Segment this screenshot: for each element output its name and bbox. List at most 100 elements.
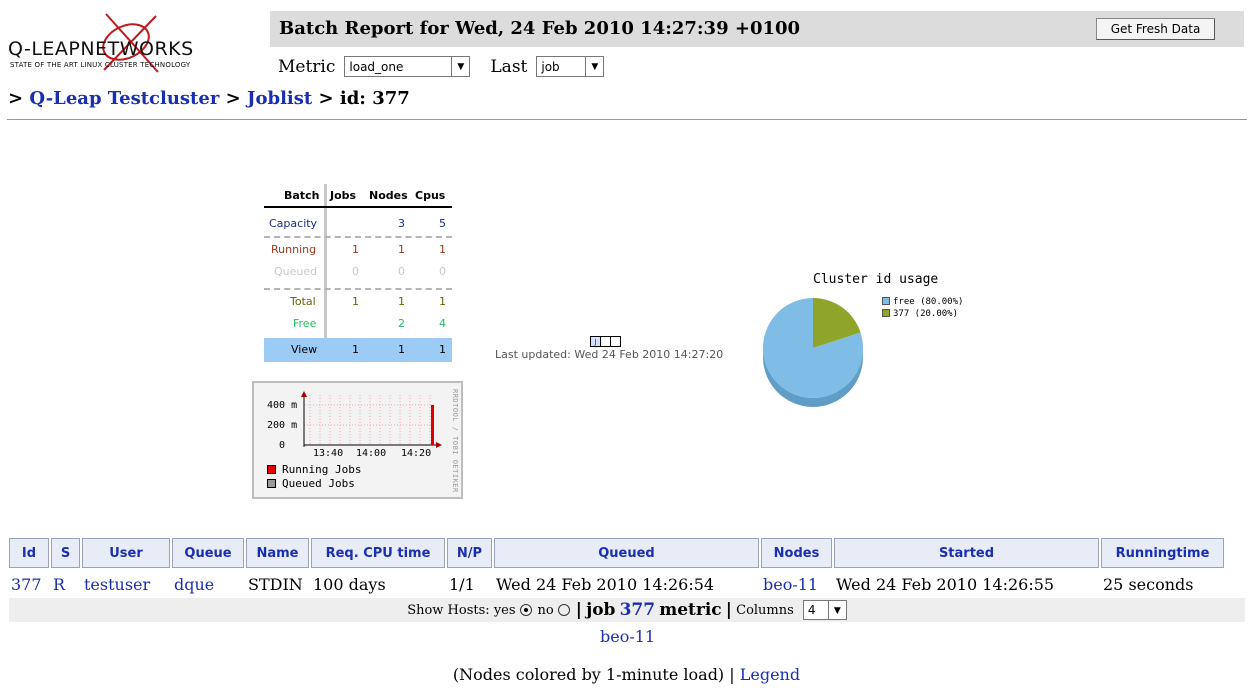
- job-id-link[interactable]: 377: [620, 600, 656, 620]
- summary-row-running: Running 1 1 1: [264, 236, 452, 260]
- columns-label: Columns: [736, 602, 794, 618]
- col-runningtime[interactable]: Runningtime: [1101, 538, 1224, 568]
- job-map-cell[interactable]: [610, 336, 621, 347]
- job-node-map[interactable]: J: [590, 336, 621, 347]
- queued-nodes: 0: [398, 265, 405, 278]
- chevron-down-icon: ▼: [827, 601, 846, 620]
- pie-legend-item: 377 (20.00%): [882, 308, 963, 320]
- job-name: STDIN: [248, 574, 303, 594]
- col-queued[interactable]: Queued: [494, 538, 759, 568]
- breadcrumb-separator: >: [318, 88, 334, 109]
- show-hosts-yes-radio[interactable]: [519, 604, 532, 616]
- col-nodes[interactable]: Nodes: [761, 538, 832, 568]
- separator: |: [725, 600, 732, 620]
- job-id-link[interactable]: 377: [11, 575, 42, 594]
- show-hosts-yes-label: yes: [493, 602, 516, 618]
- show-hosts-label: Show Hosts:: [407, 602, 490, 618]
- view-cpus: 1: [439, 343, 446, 356]
- free-nodes: 2: [398, 317, 405, 330]
- breadcrumb-cluster-link[interactable]: Q-Leap Testcluster: [29, 88, 219, 109]
- job-state-link[interactable]: R: [53, 575, 65, 594]
- metric-select[interactable]: load_one ▼: [344, 56, 471, 77]
- header-cpus: Cpus: [415, 189, 446, 202]
- col-queue[interactable]: Queue: [172, 538, 244, 568]
- metric-word: metric: [659, 600, 722, 620]
- col-np[interactable]: N/P: [447, 538, 492, 568]
- columns-select-value: 4: [807, 603, 816, 617]
- total-nodes: 1: [398, 295, 405, 308]
- metric-label: Metric: [278, 56, 336, 77]
- queued-jobs: 0: [352, 265, 359, 278]
- last-select-value: job: [541, 59, 560, 74]
- columns-select[interactable]: 4 ▼: [802, 600, 847, 620]
- show-hosts-no-radio[interactable]: [557, 604, 570, 616]
- footer: (Nodes colored by 1-minute load) | Legen…: [0, 665, 1253, 684]
- summary-row-free: Free 2 4: [264, 312, 452, 336]
- x-tick-label: 14:20: [401, 448, 432, 459]
- running-jobs: 1: [352, 243, 359, 256]
- row-label: View: [291, 343, 318, 356]
- host-link[interactable]: beo-11: [600, 627, 655, 646]
- pie-legend-swatch: [882, 297, 890, 305]
- capacity-nodes: 3: [398, 217, 405, 230]
- legend-link[interactable]: Legend: [740, 665, 800, 684]
- total-cpus: 1: [439, 295, 446, 308]
- x-tick-label: 14:00: [356, 448, 387, 459]
- pie-legend-label: free (80.00%): [893, 297, 964, 307]
- running-jobs-graph[interactable]: 400 m 200 m 0 13:40 14:00 14:20 Running …: [252, 381, 463, 499]
- row-label: Total: [290, 295, 316, 308]
- logo-brand: Q-LEAPNETWORKS: [8, 38, 194, 60]
- y-axis-arrow: [301, 391, 307, 397]
- breadcrumb-separator: >: [225, 88, 241, 109]
- row-label: Queued: [274, 265, 318, 278]
- header-jobs: Jobs: [330, 189, 357, 202]
- chevron-down-icon: ▼: [451, 57, 469, 76]
- capacity-cpus: 5: [439, 217, 446, 230]
- legend-label: Running Jobs: [282, 463, 362, 476]
- summary-row-queued: Queued 0 0 0: [264, 260, 452, 284]
- col-name[interactable]: Name: [246, 538, 309, 568]
- y-tick-label: 400 m: [267, 400, 298, 411]
- x-tick-label: 13:40: [313, 448, 344, 459]
- job-word: job: [586, 600, 616, 620]
- col-started[interactable]: Started: [834, 538, 1099, 568]
- footer-text: (Nodes colored by 1-minute load) |: [452, 665, 735, 684]
- get-fresh-data-button[interactable]: Get Fresh Data: [1096, 18, 1215, 40]
- summary-row-view[interactable]: View 1 1 1: [264, 338, 452, 362]
- col-user[interactable]: User: [82, 538, 170, 568]
- row-label: Running: [271, 243, 317, 256]
- pie-legend-swatch: [882, 309, 890, 317]
- controls: Metric load_one ▼ Last job ▼: [278, 56, 605, 77]
- summary-header-row: Batch Jobs Nodes Cpus: [264, 184, 452, 208]
- header-divider: [7, 119, 1247, 120]
- job-queue-link[interactable]: dque: [174, 575, 214, 594]
- summary-row-capacity: Capacity 3 5: [264, 212, 452, 236]
- job-nodes-link[interactable]: beo-11: [763, 575, 818, 594]
- free-cpus: 4: [439, 317, 446, 330]
- running-nodes: 1: [398, 243, 405, 256]
- view-jobs: 1: [352, 343, 359, 356]
- pie-legend-label: 377 (20.00%): [893, 309, 959, 319]
- col-req-cpu[interactable]: Req. CPU time: [311, 538, 445, 568]
- batch-summary-table: Batch Jobs Nodes Cpus Capacity 3 5 Runni…: [264, 184, 452, 362]
- job-started-time: Wed 24 Feb 2010 14:26:55: [836, 574, 1055, 594]
- job-req-cpu: 100 days: [313, 574, 386, 594]
- job-queued-time: Wed 24 Feb 2010 14:26:54: [496, 574, 715, 594]
- col-id[interactable]: Id: [9, 538, 49, 568]
- job-table-header: Id S User Queue Name Req. CPU time N/P Q…: [9, 538, 1224, 568]
- running-jobs-bar: [431, 405, 434, 445]
- x-axis-arrow: [436, 442, 442, 448]
- breadcrumb-joblist-link[interactable]: Joblist: [247, 88, 312, 109]
- last-select[interactable]: job ▼: [536, 56, 605, 77]
- header-batch: Batch: [284, 189, 320, 202]
- job-runningtime: 25 seconds: [1103, 574, 1194, 594]
- job-user-link[interactable]: testuser: [84, 575, 150, 594]
- row-label: Capacity: [269, 217, 318, 230]
- legend-running: Running Jobs: [267, 463, 361, 476]
- col-state[interactable]: S: [51, 538, 80, 568]
- legend-swatch: [267, 465, 276, 474]
- breadcrumb-separator: >: [8, 88, 24, 109]
- breadcrumb: > Q-Leap Testcluster > Joblist > id: 377: [8, 88, 410, 109]
- y-tick-label: 200 m: [267, 420, 298, 431]
- running-cpus: 1: [439, 243, 446, 256]
